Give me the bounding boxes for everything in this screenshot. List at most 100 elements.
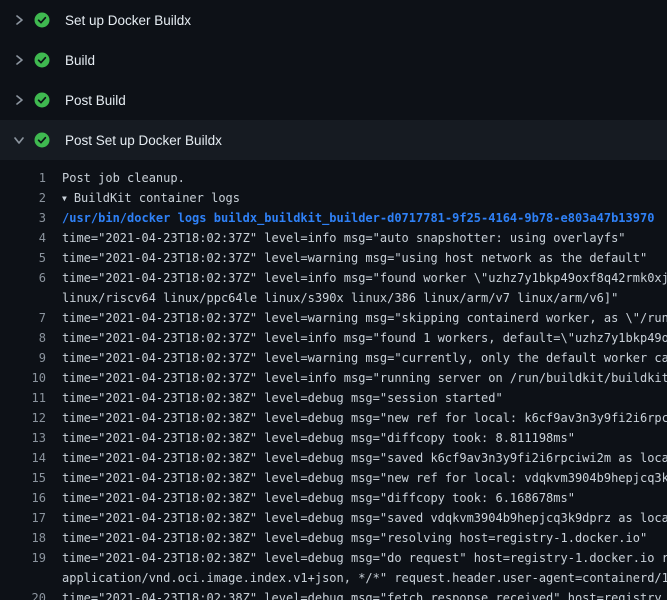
- chevron-icon: [13, 54, 25, 66]
- log-line: 6 time="2021-04-23T18:02:37Z" level=info…: [0, 268, 667, 288]
- step-header[interactable]: Set up Docker Buildx: [0, 0, 667, 40]
- log-text-content: time="2021-04-23T18:02:38Z" level=debug …: [62, 431, 575, 445]
- log-text-content: /usr/bin/docker logs buildx_buildkit_bui…: [62, 211, 654, 225]
- log-text: time="2021-04-23T18:02:38Z" level=debug …: [62, 428, 575, 448]
- log-text: time="2021-04-23T18:02:38Z" level=debug …: [62, 388, 503, 408]
- log-text-content: BuildKit container logs: [74, 191, 240, 205]
- log-line: 10 time="2021-04-23T18:02:37Z" level=inf…: [0, 368, 667, 388]
- log-text-content: time="2021-04-23T18:02:38Z" level=debug …: [62, 491, 575, 505]
- log-text: application/vnd.oci.image.index.v1+json,…: [62, 568, 667, 588]
- line-number[interactable]: 4: [0, 228, 46, 248]
- step-header[interactable]: Build: [0, 40, 667, 80]
- log-line: application/vnd.oci.image.index.v1+json,…: [0, 568, 667, 588]
- line-number[interactable]: 16: [0, 488, 46, 508]
- step-label: Build: [65, 53, 95, 68]
- log-text: time="2021-04-23T18:02:37Z" level=info m…: [62, 268, 667, 288]
- log-text-content: time="2021-04-23T18:02:38Z" level=debug …: [62, 391, 503, 405]
- log-text-content: time="2021-04-23T18:02:37Z" level=info m…: [62, 231, 626, 245]
- log-text-content: time="2021-04-23T18:02:38Z" level=debug …: [62, 551, 667, 565]
- line-number[interactable]: 13: [0, 428, 46, 448]
- log-text-content: time="2021-04-23T18:02:37Z" level=warnin…: [62, 251, 647, 265]
- chevron-icon: [13, 14, 25, 26]
- line-number[interactable]: 7: [0, 308, 46, 328]
- log-text: Post job cleanup.: [62, 168, 185, 188]
- log-text-content: time="2021-04-23T18:02:37Z" level=info m…: [62, 331, 667, 345]
- log-line: 4 time="2021-04-23T18:02:37Z" level=info…: [0, 228, 667, 248]
- log-text-content: time="2021-04-23T18:02:38Z" level=debug …: [62, 471, 667, 485]
- log-line: 15 time="2021-04-23T18:02:38Z" level=deb…: [0, 468, 667, 488]
- line-number[interactable]: 17: [0, 508, 46, 528]
- line-number[interactable]: [0, 568, 46, 588]
- step-header[interactable]: Post Build: [0, 80, 667, 120]
- log-text: time="2021-04-23T18:02:37Z" level=info m…: [62, 228, 626, 248]
- step-header[interactable]: Post Set up Docker Buildx: [0, 120, 667, 160]
- line-number[interactable]: 6: [0, 268, 46, 288]
- log-line: 5 time="2021-04-23T18:02:37Z" level=warn…: [0, 248, 667, 268]
- steps-list: Set up Docker Buildx Build Post Buil: [0, 0, 667, 160]
- line-number[interactable]: 10: [0, 368, 46, 388]
- log-line: 3 /usr/bin/docker logs buildx_buildkit_b…: [0, 208, 667, 228]
- log-line: 9 time="2021-04-23T18:02:37Z" level=warn…: [0, 348, 667, 368]
- line-number[interactable]: 11: [0, 388, 46, 408]
- line-number[interactable]: 9: [0, 348, 46, 368]
- log-line: 19 time="2021-04-23T18:02:38Z" level=deb…: [0, 548, 667, 568]
- line-number[interactable]: [0, 288, 46, 308]
- log-text: time="2021-04-23T18:02:38Z" level=debug …: [62, 448, 667, 468]
- log-line: 12 time="2021-04-23T18:02:38Z" level=deb…: [0, 408, 667, 428]
- log-text: time="2021-04-23T18:02:38Z" level=debug …: [62, 508, 667, 528]
- check-circle-icon: [34, 92, 50, 108]
- line-number[interactable]: 15: [0, 468, 46, 488]
- log-line: 1 Post job cleanup.: [0, 168, 667, 188]
- log-text-content: time="2021-04-23T18:02:38Z" level=debug …: [62, 531, 647, 545]
- log-text: time="2021-04-23T18:02:37Z" level=warnin…: [62, 308, 667, 328]
- log-text-content: time="2021-04-23T18:02:37Z" level=info m…: [62, 271, 667, 285]
- log-text: time="2021-04-23T18:02:38Z" level=debug …: [62, 408, 667, 428]
- line-number[interactable]: 1: [0, 168, 46, 188]
- log-line: 7 time="2021-04-23T18:02:37Z" level=warn…: [0, 308, 667, 328]
- log-text-content: time="2021-04-23T18:02:38Z" level=debug …: [62, 591, 662, 600]
- log-text: /usr/bin/docker logs buildx_buildkit_bui…: [62, 208, 654, 228]
- log-line: 2 ▼BuildKit container logs: [0, 188, 667, 208]
- log-line: 17 time="2021-04-23T18:02:38Z" level=deb…: [0, 508, 667, 528]
- chevron-icon: [13, 94, 25, 106]
- log-text[interactable]: ▼BuildKit container logs: [62, 188, 240, 208]
- log-text-content: time="2021-04-23T18:02:38Z" level=debug …: [62, 511, 667, 525]
- line-number[interactable]: 19: [0, 548, 46, 568]
- log-line: linux/riscv64 linux/ppc64le linux/s390x …: [0, 288, 667, 308]
- log-text: time="2021-04-23T18:02:38Z" level=debug …: [62, 468, 667, 488]
- log-text: time="2021-04-23T18:02:37Z" level=warnin…: [62, 248, 647, 268]
- step-label: Post Build: [65, 93, 126, 108]
- check-circle-icon: [34, 12, 50, 28]
- log-text: time="2021-04-23T18:02:37Z" level=warnin…: [62, 348, 667, 368]
- log-line: 11 time="2021-04-23T18:02:38Z" level=deb…: [0, 388, 667, 408]
- log-text-content: time="2021-04-23T18:02:37Z" level=info m…: [62, 371, 667, 385]
- log-line: 20 time="2021-04-23T18:02:38Z" level=deb…: [0, 588, 667, 600]
- line-number[interactable]: 8: [0, 328, 46, 348]
- log-text: time="2021-04-23T18:02:38Z" level=debug …: [62, 548, 667, 568]
- line-number[interactable]: 2: [0, 188, 46, 208]
- line-number[interactable]: 20: [0, 588, 46, 600]
- log-text: time="2021-04-23T18:02:38Z" level=debug …: [62, 588, 662, 600]
- log-text-content: time="2021-04-23T18:02:38Z" level=debug …: [62, 451, 667, 465]
- chevron-icon: [13, 134, 25, 146]
- log-line: 14 time="2021-04-23T18:02:38Z" level=deb…: [0, 448, 667, 468]
- line-number[interactable]: 14: [0, 448, 46, 468]
- line-number[interactable]: 12: [0, 408, 46, 428]
- check-circle-icon: [34, 132, 50, 148]
- log-text: time="2021-04-23T18:02:37Z" level=info m…: [62, 368, 667, 388]
- log-line: 18 time="2021-04-23T18:02:38Z" level=deb…: [0, 528, 667, 548]
- log-text-content: application/vnd.oci.image.index.v1+json,…: [62, 571, 667, 585]
- line-number[interactable]: 5: [0, 248, 46, 268]
- step-label: Set up Docker Buildx: [65, 13, 191, 28]
- check-circle-icon: [34, 52, 50, 68]
- log-text-content: time="2021-04-23T18:02:38Z" level=debug …: [62, 411, 667, 425]
- line-number[interactable]: 18: [0, 528, 46, 548]
- log-text-content: time="2021-04-23T18:02:37Z" level=warnin…: [62, 311, 667, 325]
- log-line: 8 time="2021-04-23T18:02:37Z" level=info…: [0, 328, 667, 348]
- log-line: 16 time="2021-04-23T18:02:38Z" level=deb…: [0, 488, 667, 508]
- line-number[interactable]: 3: [0, 208, 46, 228]
- log-text-content: Post job cleanup.: [62, 171, 185, 185]
- log-text-content: time="2021-04-23T18:02:37Z" level=warnin…: [62, 351, 667, 365]
- log-area: 1 Post job cleanup. 2 ▼BuildKit containe…: [0, 160, 667, 600]
- step-label: Post Set up Docker Buildx: [65, 133, 222, 148]
